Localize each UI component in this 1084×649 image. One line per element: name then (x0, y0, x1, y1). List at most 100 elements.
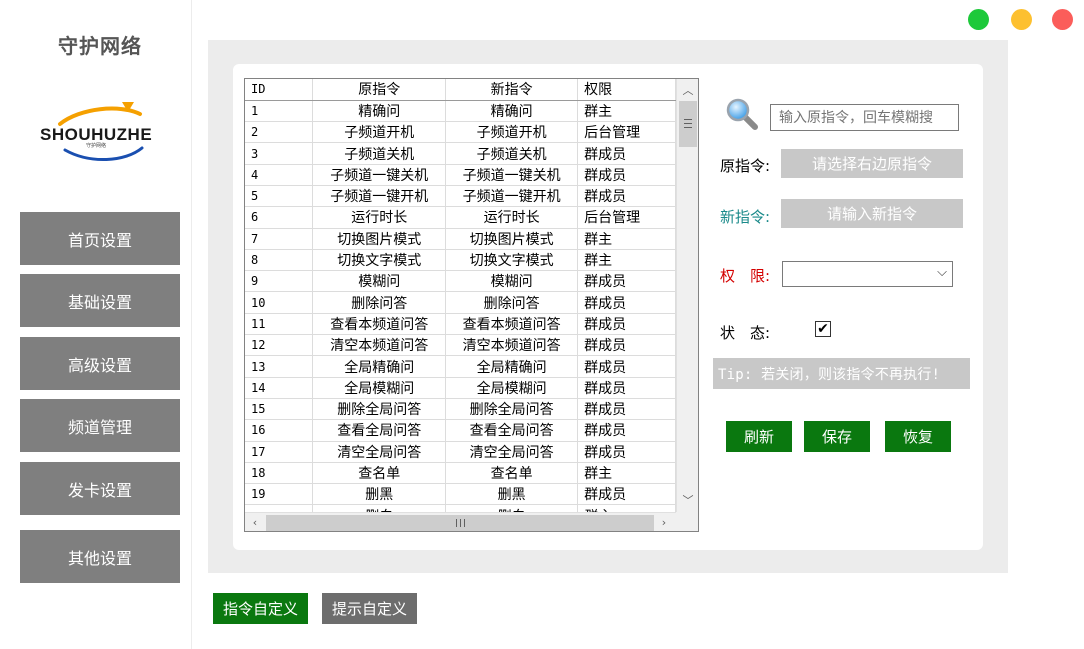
cell-new: 切换图片模式 (445, 228, 579, 250)
cell-permission: 后台管理 (577, 121, 676, 144)
table-row[interactable]: 8 切换文字模式 切换文字模式 群主 (245, 249, 676, 272)
cell-original: 子频道开机 (312, 121, 447, 144)
table-row[interactable]: 7 切换图片模式 切换图片模式 群主 (245, 228, 676, 250)
col-header-new[interactable]: 新指令 (445, 79, 579, 101)
table-viewport: ID 原指令 新指令 权限 1 精确问 精确问 群主 2 子频道开机 子频道开机 后台管理 3 子… (245, 79, 676, 512)
chevron-down-icon: ⌵ (937, 265, 947, 280)
table-row[interactable]: 3 子频道关机 子频道关机 群成员 (245, 142, 676, 165)
minimize-dot[interactable] (1011, 9, 1032, 30)
original-command-label: 原指令: (720, 157, 771, 175)
cell-permission: 后台管理 (577, 206, 676, 229)
logo-subtext: 守护网络 (86, 143, 107, 149)
cell-permission: 群成员 (577, 291, 676, 314)
close-dot[interactable] (1052, 9, 1073, 30)
vertical-scrollbar[interactable]: ︿ ﹀ (676, 79, 698, 512)
cell-original: 删除问答 (312, 291, 447, 314)
custom-tip-button[interactable]: 提示自定义 (322, 593, 417, 624)
cell-original: 子频道一键关机 (312, 164, 447, 186)
nav-other-settings[interactable]: 其他设置 (20, 530, 180, 583)
scroll-left-icon[interactable]: ‹ (247, 514, 263, 531)
nav-advanced-settings[interactable]: 高级设置 (20, 337, 180, 390)
cell-original: 运行时长 (312, 206, 447, 229)
cell-id: 12 (245, 334, 314, 357)
cell-new: 删除问答 (445, 291, 579, 314)
cell-new: 查看全局问答 (445, 419, 579, 442)
save-button[interactable]: 保存 (804, 421, 870, 452)
scroll-right-icon[interactable]: › (656, 514, 672, 531)
cell-id: 16 (245, 419, 314, 442)
vertical-scroll-thumb[interactable] (679, 101, 697, 147)
cell-new: 子频道关机 (445, 142, 579, 165)
cell-new: 查名单 (445, 462, 579, 485)
nav-home-settings[interactable]: 首页设置 (20, 212, 180, 265)
new-command-field[interactable]: 请输入新指令 (781, 199, 963, 228)
table-row[interactable]: 6 运行时长 运行时长 后台管理 (245, 206, 676, 229)
cell-new: 删白 (445, 504, 579, 512)
scroll-down-icon[interactable]: ﹀ (677, 491, 698, 508)
cell-id: 2 (245, 121, 314, 144)
table-row[interactable]: 13 全局精确问 全局精确问 群成员 (245, 355, 676, 378)
table-row[interactable]: 4 子频道一键关机 子频道一键关机 群成员 (245, 164, 676, 186)
original-command-field[interactable]: 请选择右边原指令 (781, 149, 963, 178)
status-checkbox[interactable]: ✔ (815, 321, 831, 337)
cell-original: 全局精确问 (312, 355, 447, 378)
cell-new: 全局模糊问 (445, 377, 579, 399)
cell-original: 清空本频道问答 (312, 334, 447, 357)
col-header-permission[interactable]: 权限 (577, 79, 676, 101)
cell-id: 8 (245, 249, 314, 272)
table-row[interactable]: 9 模糊问 模糊问 群成员 (245, 270, 676, 293)
search-icon[interactable] (725, 97, 759, 131)
cell-permission: 群成员 (577, 142, 676, 165)
table-row[interactable]: 14 全局模糊问 全局模糊问 群成员 (245, 377, 676, 399)
col-header-id[interactable]: ID (245, 79, 314, 101)
cell-permission: 群成员 (577, 185, 676, 208)
table-row[interactable]: 1 精确问 精确问 群主 (245, 100, 676, 123)
table-row[interactable]: 5 子频道一键开机 子频道一键开机 群成员 (245, 185, 676, 208)
table-row[interactable]: 15 删除全局问答 删除全局问答 群成员 (245, 398, 676, 421)
scroll-up-icon[interactable]: ︿ (677, 81, 698, 98)
table-row[interactable]: 10 删除问答 删除问答 群成员 (245, 291, 676, 314)
nav-channel-management[interactable]: 频道管理 (20, 399, 180, 452)
maximize-dot[interactable] (968, 9, 989, 30)
cell-permission: 群主 (577, 249, 676, 272)
cell-new: 删除全局问答 (445, 398, 579, 421)
cell-new: 清空本频道问答 (445, 334, 579, 357)
cell-id: 11 (245, 313, 314, 336)
table-row[interactable]: 11 查看本频道问答 查看本频道问答 群成员 (245, 313, 676, 336)
cell-original: 查看全局问答 (312, 419, 447, 442)
table-row[interactable]: 17 清空全局问答 清空全局问答 群成员 (245, 441, 676, 463)
table-row[interactable]: 删白删白群主 (245, 504, 676, 512)
restore-button[interactable]: 恢复 (885, 421, 951, 452)
new-command-label: 新指令: (720, 208, 771, 226)
horizontal-scrollbar[interactable]: ‹ › (245, 512, 676, 531)
nav-basic-settings[interactable]: 基础设置 (20, 274, 180, 327)
cell-original: 精确问 (312, 100, 447, 123)
cell-permission: 群成员 (577, 398, 676, 421)
cell-new: 模糊问 (445, 270, 579, 293)
table-row[interactable]: 12 清空本频道问答 清空本频道问答 群成员 (245, 334, 676, 357)
command-table[interactable]: ID 原指令 新指令 权限 1 精确问 精确问 群主 2 子频道开机 子频道开机 后台管理 3 子… (244, 78, 699, 532)
cell-id: 9 (245, 270, 314, 293)
search-input[interactable] (770, 104, 959, 131)
table-row[interactable]: 19 删黑 删黑 群成员 (245, 483, 676, 506)
cell-permission: 群成员 (577, 164, 676, 186)
cell-permission: 群成员 (577, 313, 676, 336)
table-row[interactable]: 16 查看全局问答 查看全局问答 群成员 (245, 419, 676, 442)
table-row[interactable]: 18 查名单 查名单 群主 (245, 462, 676, 485)
cell-original: 查名单 (312, 462, 447, 485)
cell-new: 全局精确问 (445, 355, 579, 378)
command-grid: ID 原指令 新指令 权限 1 精确问 精确问 群主 2 子频道开机 子频道开机 后台管理 3 子… (245, 79, 676, 512)
custom-command-button[interactable]: 指令自定义 (213, 593, 308, 624)
cell-id: 3 (245, 142, 314, 165)
horizontal-scroll-thumb[interactable] (266, 515, 654, 531)
cell-permission: 群成员 (577, 270, 676, 293)
app-title: 守护网络 (58, 34, 142, 58)
cell-permission: 群成员 (577, 483, 676, 506)
table-row[interactable]: 2 子频道开机 子频道开机 后台管理 (245, 121, 676, 144)
permission-select[interactable]: ⌵ (782, 261, 953, 287)
cell-id: 4 (245, 164, 314, 186)
col-header-original[interactable]: 原指令 (312, 79, 447, 101)
nav-card-settings[interactable]: 发卡设置 (20, 462, 180, 515)
cell-id: 15 (245, 398, 314, 421)
refresh-button[interactable]: 刷新 (726, 421, 792, 452)
